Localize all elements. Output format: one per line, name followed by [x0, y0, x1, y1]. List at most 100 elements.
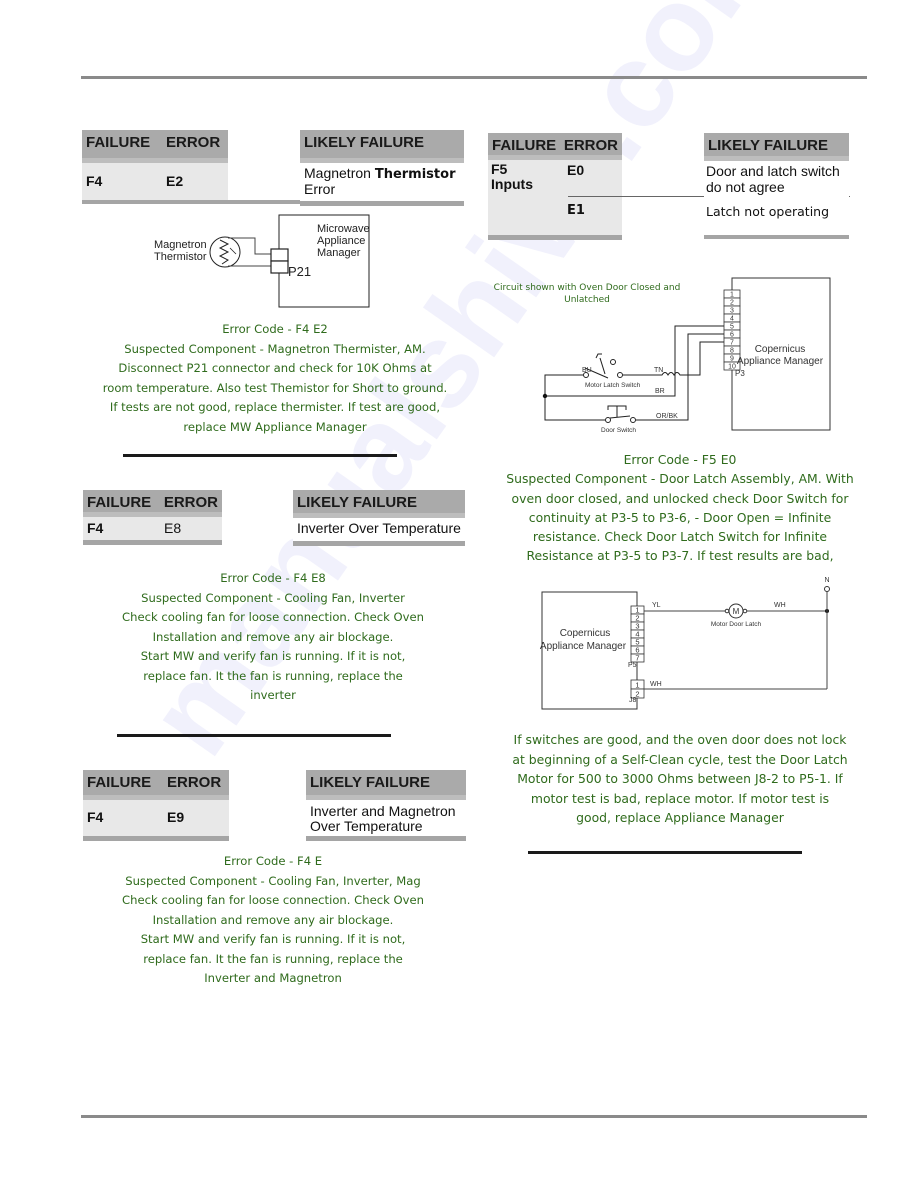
manager-label-2: Appliance Manager — [540, 641, 627, 652]
f4e2-notes: Error Code - F4 E2 Suspected Component -… — [80, 320, 470, 437]
note-line: Suspected Component - Cooling Fan, Inver… — [125, 873, 421, 888]
table-bottom-bar — [300, 201, 464, 206]
junction-dot — [542, 393, 548, 399]
likely-e1: Latch not operating — [706, 204, 830, 219]
manager-label-2: Appliance Manager — [737, 356, 824, 367]
manager-label-1: Copernicus — [560, 628, 611, 639]
note-line: replace fan. It the fan is running, repl… — [143, 668, 403, 683]
f4e8-likely-table: LIKELY FAILURE Inverter Over Temperature — [293, 490, 465, 546]
connector-pin-label: 2 — [730, 300, 734, 307]
section-separator — [528, 851, 802, 854]
motor-door-latch-circuit-diagram: Copernicus Appliance Manager 1234567 P5 … — [540, 577, 830, 710]
table-bottom-bar — [83, 836, 229, 841]
likely-failure-text: Inverter and Magnetron Over Temperature — [306, 800, 466, 836]
note-line: motor test is bad, replace motor. If mot… — [530, 790, 830, 806]
table-bottom-bar — [83, 540, 222, 545]
likely-failure-text: Inverter Over Temperature — [293, 518, 465, 541]
wire-wh-bottom-label: WH — [650, 681, 662, 688]
note-line: room temperature. Also test Themistor fo… — [102, 380, 448, 395]
p5-label: P5 — [628, 662, 637, 669]
likely-failure-header: LIKELY FAILURE — [306, 770, 466, 800]
door-switch-label: Door Switch — [601, 427, 636, 434]
motor-symbol-label: M — [733, 607, 740, 616]
f4e9-notes: Error Code - F4 E Suspected Component - … — [88, 852, 458, 989]
error-code: E2 — [166, 173, 184, 189]
connector-pin-label: 1 — [635, 681, 639, 690]
f5-code-table: FAILURE ERROR F5 Inputs E0 E1 — [488, 133, 622, 240]
p21-pin-2 — [270, 260, 289, 274]
note-line: Start MW and verify fan is running. If i… — [140, 932, 406, 946]
note-line: Installation and remove any air blockage… — [152, 629, 394, 644]
door-switch — [609, 415, 631, 419]
p5-connector: 1234567 — [630, 606, 645, 663]
manager-label-1: Microwave — [317, 223, 370, 235]
table-bottom-bar — [293, 541, 465, 546]
wire-orbk-label: OR/BK — [656, 413, 678, 420]
failure-header: FAILURE — [86, 134, 151, 151]
likely-line-1: Inverter and Magnetron — [310, 803, 456, 819]
error-code-e1: E1 — [567, 203, 585, 218]
note-line: Check cooling fan for loose connection. … — [122, 893, 424, 907]
note-line: replace fan. It the fan is running, repl… — [143, 951, 403, 966]
connector-pin-label: 4 — [730, 316, 734, 323]
table-header: FAILURE ERROR — [488, 133, 622, 160]
note-line: Start MW and verify fan is running. If i… — [140, 649, 406, 663]
f4e2-bottom-bar — [82, 200, 300, 204]
failure-header: FAILURE — [87, 774, 152, 791]
likely-part-c: Error — [304, 181, 336, 197]
note-line: oven door closed, and unlocked check Doo… — [511, 490, 849, 506]
connector-pin-label: 9 — [730, 356, 734, 363]
thermistor-label-2: Thermistor — [154, 251, 207, 263]
note-line: Motor for 500 to 3000 Ohms between J8-2 … — [517, 771, 843, 786]
table-bottom-bar — [704, 235, 849, 239]
note-line: Inverter and Magnetron — [204, 971, 342, 985]
manager-label-1: Copernicus — [755, 344, 806, 355]
wire-bu-label: BU — [582, 367, 592, 374]
p21-label: P21 — [288, 264, 311, 279]
note-line: If switches are good, and the oven door … — [513, 732, 847, 747]
motor-latch-switch-label: Motor Latch Switch — [585, 382, 641, 389]
table-header: FAILURE ERROR — [83, 490, 222, 517]
connector-pin-label: 6 — [730, 332, 734, 339]
neutral-label: N — [824, 577, 829, 584]
failure-code: F5 Inputs — [491, 162, 533, 192]
likely-failure-text: Magnetron Thermistor Error — [300, 163, 464, 201]
table-bottom-bar — [306, 836, 466, 841]
failure-header: FAILURE — [87, 494, 152, 511]
circuit-caption-2: Unlatched — [564, 295, 610, 305]
likely-failure-body: Door and latch switch do not agree Latch… — [704, 161, 849, 235]
j8-connector: 12 — [630, 679, 645, 699]
failure-code: F4 — [87, 520, 104, 536]
connector-pin-label: 1 — [730, 292, 734, 299]
thermistor-label-1: Magnetron — [154, 239, 207, 251]
j8-label: J8 — [629, 697, 637, 704]
f5-likely-table: LIKELY FAILURE Door and latch switch do … — [704, 133, 849, 239]
note-line: good, replace Appliance Manager — [576, 810, 784, 825]
likely-failure-header: LIKELY FAILURE — [300, 130, 464, 163]
note-line: Check cooling fan for loose connection. … — [122, 610, 424, 624]
note-line: Suspected Component - Door Latch Assembl… — [506, 471, 854, 487]
wire-wh-top-label: WH — [774, 602, 786, 609]
table-bottom-bar — [488, 235, 622, 240]
likely-e0: Door and latch switch do not agree — [706, 163, 840, 195]
likely-part-b: Thermistor — [374, 167, 456, 182]
likely-part-a: Magnetron — [304, 165, 375, 181]
wire-yl-label: YL — [652, 602, 661, 609]
likely-line-2: Over Temperature — [310, 818, 423, 834]
note-line: Error Code - F5 E0 — [623, 452, 737, 467]
section-separator — [123, 454, 397, 457]
note-line: Disconnect P21 connector and check for 1… — [118, 361, 432, 375]
likely-e0-line-2: do not agree — [706, 179, 785, 195]
f4e2-code-table: FAILURE ERROR F4 E2 — [82, 130, 228, 200]
door-latch-circuit-diagram: Circuit shown with Oven Door Closed and … — [494, 277, 831, 434]
likely-failure-header: LIKELY FAILURE — [293, 490, 465, 518]
table-body: F5 Inputs E0 E1 — [488, 160, 622, 235]
table-header: FAILURE ERROR — [83, 770, 229, 800]
manager-label-2: Appliance — [317, 235, 365, 247]
connector-pin-label: 3 — [730, 308, 734, 315]
table-row: F4 E9 — [83, 800, 229, 836]
thermistor-diagram: Magnetron Thermistor Microwave Appliance… — [154, 214, 370, 308]
neutral-terminal — [824, 586, 830, 592]
failure-line-1: F5 — [491, 161, 508, 177]
table-header: FAILURE ERROR — [82, 130, 228, 163]
